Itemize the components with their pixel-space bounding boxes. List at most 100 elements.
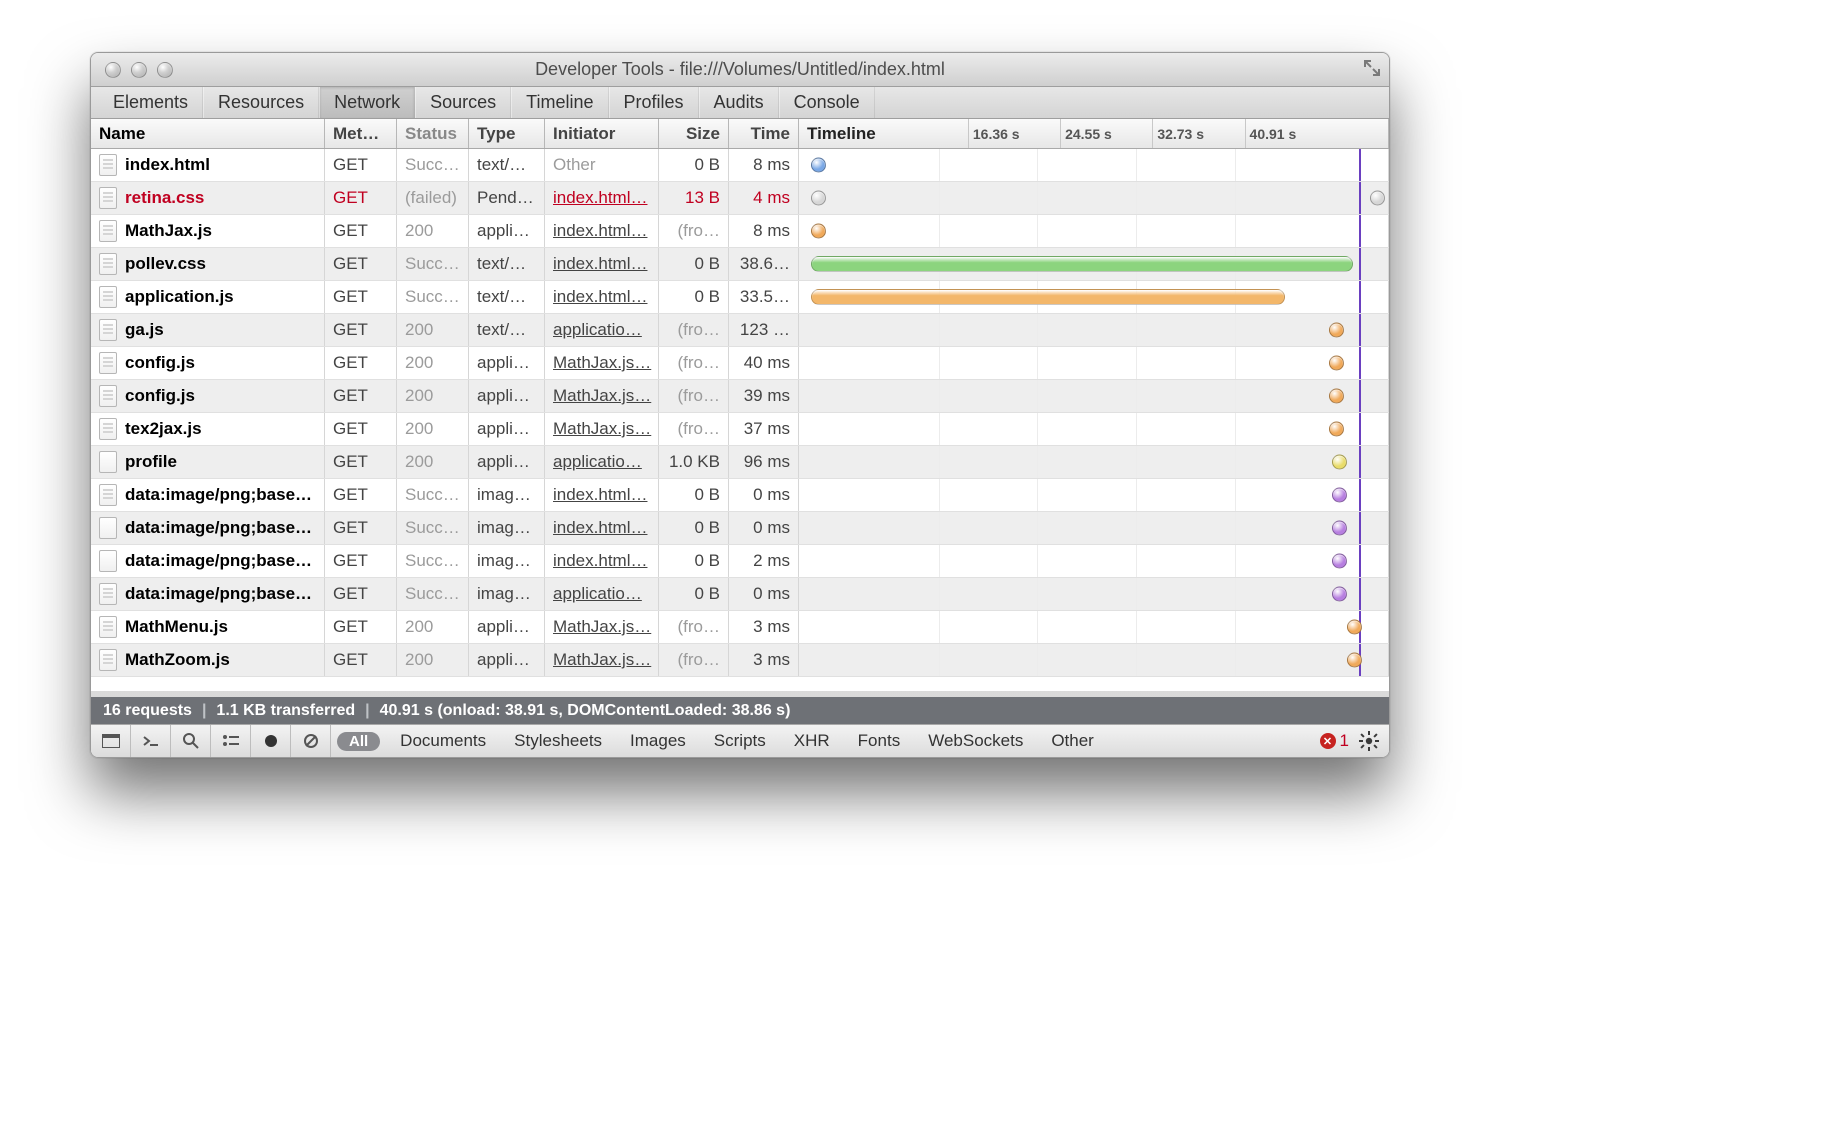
initiator-link[interactable]: index.html… [553,551,647,571]
error-count[interactable]: ✕1 [1320,731,1349,751]
initiator-link[interactable]: MathJax.js… [553,353,651,373]
initiator-link[interactable]: index.html… [553,518,647,538]
console-toggle-icon[interactable] [131,725,171,757]
request-row[interactable]: data:image/png;base…GETSucc…imag…index.h… [91,512,1389,545]
filter-documents[interactable]: Documents [386,731,500,751]
initiator-link[interactable]: index.html… [553,485,647,505]
initiator-link[interactable]: MathJax.js… [553,617,651,637]
tab-sources[interactable]: Sources [415,87,511,118]
initiator-link[interactable]: MathJax.js… [553,386,651,406]
tab-elements[interactable]: Elements [99,87,203,118]
tab-profiles[interactable]: Profiles [609,87,699,118]
network-grid: Name Met… Status Type Initiator Size Tim… [91,119,1389,691]
timeline-cell [799,215,1389,247]
timeline-dot [811,191,826,206]
file-icon [99,352,117,374]
request-name: MathZoom.js [125,650,230,670]
tab-console[interactable]: Console [779,87,875,118]
error-badge-icon: ✕ [1320,733,1336,749]
tab-audits[interactable]: Audits [699,87,779,118]
search-icon[interactable] [171,725,211,757]
request-row[interactable]: config.jsGET200appli…MathJax.js…(fro…40 … [91,347,1389,380]
initiator-link[interactable]: index.html… [553,287,647,307]
request-name: data:image/png;base… [125,551,312,571]
gear-icon[interactable] [1359,731,1379,751]
col-timeline[interactable]: Timeline 16.36 s24.55 s32.73 s40.91 s [799,119,1389,148]
request-row[interactable]: MathJax.jsGET200appli…index.html…(fro…8 … [91,215,1389,248]
filter-xhr[interactable]: XHR [780,731,844,751]
col-type[interactable]: Type [469,119,545,148]
request-name: MathJax.js [125,221,212,241]
timeline-dot [1329,422,1344,437]
expand-icon[interactable] [1363,59,1381,77]
initiator-link[interactable]: index.html… [553,254,647,274]
file-icon [99,484,117,506]
col-name[interactable]: Name [91,119,325,148]
traffic-minimize-icon[interactable] [131,62,147,78]
request-row[interactable]: tex2jax.jsGET200appli…MathJax.js…(fro…37… [91,413,1389,446]
filter-all[interactable]: All [337,732,380,751]
col-time[interactable]: Time [729,119,799,148]
panel-tabs: ElementsResourcesNetworkSourcesTimelineP… [91,87,1389,119]
filter-fonts[interactable]: Fonts [844,731,915,751]
tab-network[interactable]: Network [319,87,415,118]
request-name: pollev.css [125,254,206,274]
request-row[interactable]: data:image/png;base…GETSucc…imag…index.h… [91,479,1389,512]
file-icon [99,286,117,308]
tab-timeline[interactable]: Timeline [511,87,608,118]
col-status[interactable]: Status [397,119,469,148]
request-row[interactable]: pollev.cssGETSucc…text/…index.html…0 B38… [91,248,1389,281]
timeline-cell [799,512,1389,544]
clear-icon[interactable] [291,725,331,757]
initiator-link[interactable]: applicatio… [553,584,642,604]
request-row[interactable]: ga.jsGET200text/…applicatio…(fro…123 … [91,314,1389,347]
filter-scripts[interactable]: Scripts [700,731,780,751]
request-row[interactable]: profileGET200appli…applicatio…1.0 KB96 m… [91,446,1389,479]
initiator-link[interactable]: MathJax.js… [553,419,651,439]
timeline-dot [1332,587,1347,602]
initiator-link[interactable]: index.html… [553,221,647,241]
file-icon [99,385,117,407]
initiator-link[interactable]: index.html… [553,188,647,208]
timeline-cell [799,182,1389,214]
request-row[interactable]: MathZoom.jsGET200appli…MathJax.js…(fro…3… [91,644,1389,677]
timeline-cell [799,545,1389,577]
traffic-close-icon[interactable] [105,62,121,78]
file-icon [99,319,117,341]
list-view-icon[interactable] [211,725,251,757]
request-name: profile [125,452,177,472]
initiator-link[interactable]: MathJax.js… [553,650,651,670]
request-name: index.html [125,155,210,175]
timeline-dot [811,158,826,173]
request-row[interactable]: application.jsGETSucc…text/…index.html…0… [91,281,1389,314]
initiator-link[interactable]: applicatio… [553,452,642,472]
initiator-link[interactable]: applicatio… [553,320,642,340]
request-name: config.js [125,386,195,406]
request-row[interactable]: config.jsGET200appli…MathJax.js…(fro…39 … [91,380,1389,413]
request-row[interactable]: retina.cssGET(failed)Pend…index.html…13 … [91,182,1389,215]
timeline-cell [799,479,1389,511]
request-row[interactable]: index.htmlGETSucc…text/…Other0 B8 ms [91,149,1389,182]
summary-bar: 16 requests | 1.1 KB transferred | 40.91… [91,697,1389,724]
filter-stylesheets[interactable]: Stylesheets [500,731,616,751]
filter-other[interactable]: Other [1037,731,1108,751]
col-size[interactable]: Size [659,119,729,148]
timeline-dot [1370,191,1385,206]
col-method[interactable]: Met… [325,119,397,148]
request-name: data:image/png;base… [125,518,312,538]
file-icon [99,187,117,209]
traffic-zoom-icon[interactable] [157,62,173,78]
request-row[interactable]: data:image/png;base…GETSucc…imag…applica… [91,578,1389,611]
file-icon [99,154,117,176]
request-name: retina.css [125,188,204,208]
titlebar: Developer Tools - file:///Volumes/Untitl… [91,53,1389,87]
request-row[interactable]: data:image/png;base…GETSucc…imag…index.h… [91,545,1389,578]
request-row[interactable]: MathMenu.jsGET200appli…MathJax.js…(fro…3… [91,611,1389,644]
dock-icon[interactable] [91,725,131,757]
filter-images[interactable]: Images [616,731,700,751]
col-initiator[interactable]: Initiator [545,119,659,148]
filter-websockets[interactable]: WebSockets [914,731,1037,751]
request-name: config.js [125,353,195,373]
tab-resources[interactable]: Resources [203,87,319,118]
record-icon[interactable] [251,725,291,757]
